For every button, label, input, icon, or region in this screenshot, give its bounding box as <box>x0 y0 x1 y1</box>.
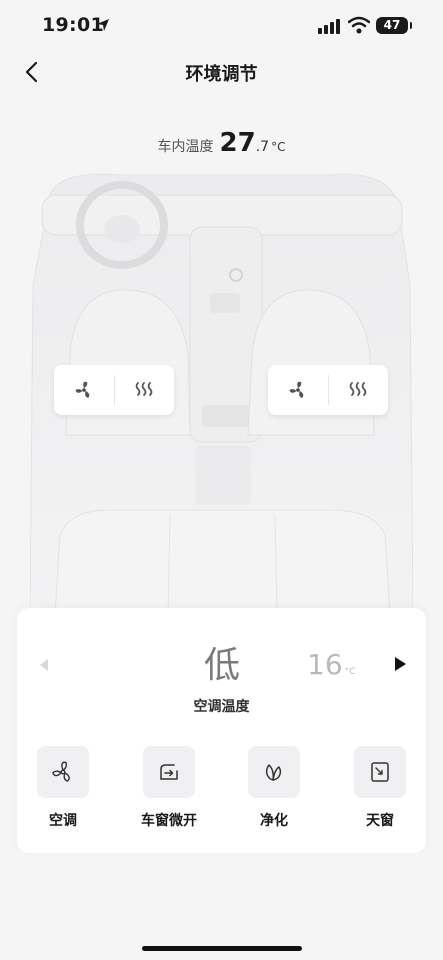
purify-tile <box>248 746 300 798</box>
climate-control-panel: 低 16 °C 空调温度 空调 车窗微开 净化 天窗 <box>17 608 426 853</box>
cabin-temp-label: 车内温度 <box>157 139 214 155</box>
set-temperature-value: 16 <box>307 648 343 681</box>
seat-heat-icon <box>135 382 153 396</box>
sunroof-button[interactable]: 天窗 <box>335 746 425 830</box>
fan-icon <box>75 381 90 398</box>
cellular-signal-icon <box>318 19 340 34</box>
set-temperature: 16 °C <box>307 648 355 681</box>
window-vent-tile <box>143 746 195 798</box>
battery-indicator: 47 <box>376 17 412 34</box>
cabin-temp-integer: 27 <box>219 128 256 158</box>
fan-icon <box>52 761 70 782</box>
sunroof-label: 天窗 <box>366 813 394 829</box>
purify-label: 净化 <box>260 813 288 829</box>
set-temperature-unit: °C <box>344 667 356 677</box>
sunroof-tile <box>354 746 406 798</box>
ac-tile <box>37 746 89 798</box>
purify-button[interactable]: 净化 <box>229 746 319 830</box>
leaf-icon <box>265 764 282 781</box>
status-bar: 19:01 47 <box>0 0 443 52</box>
battery-level: 47 <box>383 18 401 32</box>
home-indicator[interactable] <box>142 946 302 951</box>
ac-temperature-label: 空调温度 <box>193 699 250 715</box>
status-time: 19:01 <box>42 14 104 36</box>
window-vent-button[interactable]: 车窗微开 <box>124 746 214 830</box>
wifi-icon <box>348 16 370 34</box>
previous-arrow-icon[interactable] <box>37 658 51 672</box>
cabin-temperature: 车内温度 27.7 °C <box>0 128 443 158</box>
page-title: 环境调节 <box>185 64 258 85</box>
left-seat-controls <box>54 365 174 415</box>
sunroof-icon <box>371 762 389 782</box>
location-arrow-icon <box>97 19 109 31</box>
cabin-temp-unit: °C <box>271 140 286 154</box>
ac-button[interactable]: 空调 <box>18 746 108 830</box>
seat-heat-icon <box>349 382 367 396</box>
right-seat-controls <box>268 365 388 415</box>
cabin-temp-decimal: .7 <box>255 139 270 155</box>
left-seat-heating-button[interactable] <box>115 365 175 415</box>
fan-icon <box>289 381 304 398</box>
left-seat-ventilation-button[interactable] <box>54 365 114 415</box>
window-vent-icon <box>160 764 178 780</box>
right-seat-ventilation-button[interactable] <box>268 365 328 415</box>
fan-level-value: 低 <box>203 645 240 686</box>
window-vent-label: 车窗微开 <box>141 813 197 829</box>
next-arrow-icon[interactable] <box>393 656 407 672</box>
right-seat-heating-button[interactable] <box>329 365 389 415</box>
ac-label: 空调 <box>49 813 77 829</box>
